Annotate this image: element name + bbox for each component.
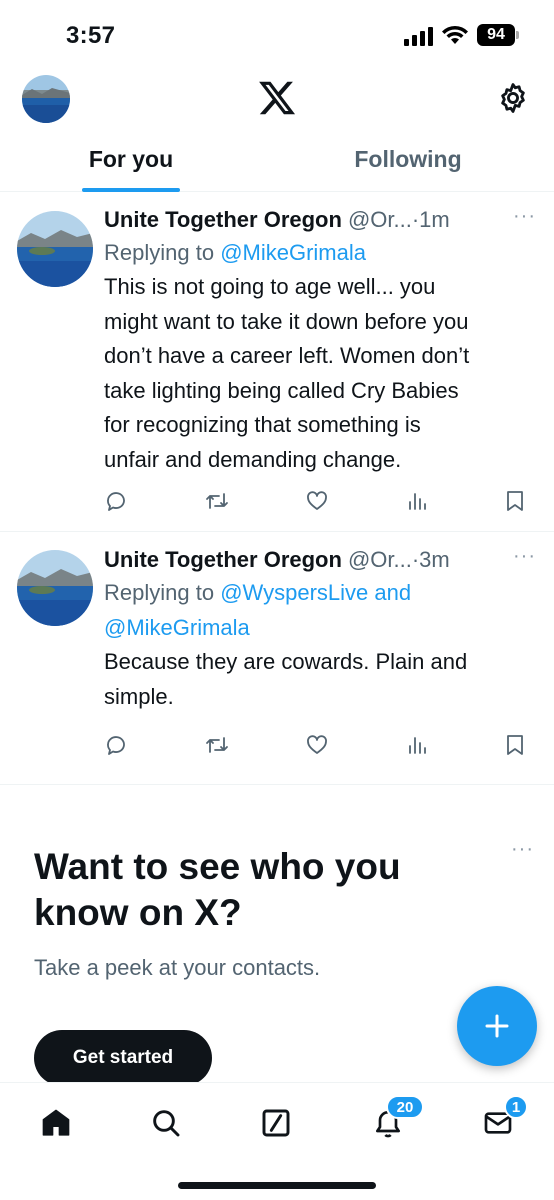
tweet-actions bbox=[104, 487, 526, 515]
tweet-text-line: don’t have a career left. Women don’t bbox=[104, 343, 470, 368]
reply-mention-link[interactable]: @MikeGrimala bbox=[220, 240, 366, 265]
retweet-icon[interactable] bbox=[204, 489, 230, 513]
cellular-signal-icon bbox=[404, 26, 433, 46]
tweet-avatar[interactable] bbox=[17, 211, 93, 287]
tweet-header: Unite Together Oregon @Or... · 3m bbox=[104, 545, 536, 575]
replying-to: Replying to @MikeGrimala bbox=[104, 235, 536, 270]
home-icon bbox=[42, 1109, 70, 1136]
tweet-text-line: This is not going to age well... you bbox=[104, 274, 436, 299]
tweet[interactable]: Unite Together Oregon @Or... · 3m ··· Re… bbox=[0, 533, 554, 785]
get-started-button[interactable]: Get started bbox=[34, 1030, 212, 1086]
compose-button[interactable] bbox=[457, 986, 537, 1066]
replying-to-label: Replying to bbox=[104, 240, 221, 265]
tweet-text-line: unfair and demanding change. bbox=[104, 446, 402, 472]
tweet-text-line: might want to take it down before you bbox=[104, 308, 469, 334]
author-handle[interactable]: @Or... bbox=[348, 205, 412, 235]
gear-icon[interactable] bbox=[496, 81, 530, 115]
tweet[interactable]: Unite Together Oregon @Or... · 1m ··· Re… bbox=[0, 193, 554, 532]
like-icon[interactable] bbox=[305, 733, 329, 757]
search-icon bbox=[153, 1110, 180, 1137]
status-bar: 3:57 94 bbox=[0, 0, 554, 70]
time-separator: · bbox=[411, 207, 420, 232]
battery-cap bbox=[516, 31, 519, 39]
notifications-badge: 20 bbox=[386, 1095, 424, 1119]
tab-for-you-label: For you bbox=[88, 146, 174, 172]
promo-subtitle: Take a peek at your contacts. bbox=[34, 955, 321, 980]
tweet-text: This is not going to age well... you mig… bbox=[104, 270, 536, 477]
reply-icon[interactable] bbox=[104, 733, 128, 757]
tweet-avatar[interactable] bbox=[17, 550, 93, 626]
tab-for-you[interactable]: For you bbox=[0, 130, 262, 192]
promo-title: Want to see who you know on X? bbox=[34, 846, 401, 933]
more-options-icon[interactable]: ··· bbox=[513, 546, 536, 566]
reply-icon[interactable] bbox=[104, 489, 128, 513]
more-options-icon[interactable]: ··· bbox=[513, 206, 536, 226]
tweet-actions bbox=[104, 731, 526, 759]
replying-to: Replying to @WyspersLive and bbox=[104, 575, 536, 610]
x-logo-icon[interactable] bbox=[257, 78, 297, 118]
more-options-icon[interactable]: ··· bbox=[511, 839, 534, 859]
profile-avatar[interactable] bbox=[22, 75, 70, 123]
reply-mention-link[interactable]: @WyspersLive and bbox=[220, 580, 411, 605]
tweet-body: Unite Together Oregon @Or... · 3m ··· Re… bbox=[104, 545, 536, 714]
retweet-icon[interactable] bbox=[204, 733, 230, 757]
nav-search[interactable] bbox=[146, 1103, 186, 1143]
tweet-text-line: simple. bbox=[104, 683, 174, 709]
author-name[interactable]: Unite Together Oregon bbox=[104, 205, 342, 235]
timeline-header: For you Following bbox=[0, 70, 554, 192]
tab-following[interactable]: Following bbox=[262, 130, 554, 192]
tweet-text-line: Because they are cowards. Plain and bbox=[104, 649, 468, 674]
tweet-text-line: take lighting being called Cry Babies bbox=[104, 377, 459, 403]
tab-following-label: Following bbox=[354, 146, 462, 172]
author-name[interactable]: Unite Together Oregon bbox=[104, 545, 342, 575]
battery-indicator: 94 bbox=[477, 24, 515, 46]
tweet-timestamp[interactable]: 1m bbox=[419, 205, 450, 235]
replying-to-label: Replying to bbox=[104, 580, 221, 605]
like-icon[interactable] bbox=[305, 489, 329, 513]
views-icon[interactable] bbox=[405, 733, 429, 757]
views-icon[interactable] bbox=[405, 489, 429, 513]
reply-mention-link[interactable]: @MikeGrimala bbox=[104, 615, 250, 640]
timeline-tabs: For you Following bbox=[0, 130, 554, 192]
plus-icon bbox=[485, 1014, 509, 1038]
grok-icon bbox=[262, 1109, 290, 1137]
tweet-text: Because they are cowards. Plain and simp… bbox=[104, 645, 536, 714]
author-handle[interactable]: @Or... bbox=[348, 545, 412, 575]
tweet-timestamp[interactable]: 3m bbox=[419, 545, 450, 575]
status-time: 3:57 bbox=[66, 22, 116, 49]
home-indicator bbox=[178, 1182, 376, 1189]
tweet-body: Unite Together Oregon @Or... · 1m ··· Re… bbox=[104, 205, 536, 477]
time-separator: · bbox=[411, 547, 420, 572]
nav-grok[interactable] bbox=[256, 1103, 296, 1143]
tweet-header: Unite Together Oregon @Or... · 1m bbox=[104, 205, 536, 235]
bookmark-icon[interactable] bbox=[504, 489, 526, 513]
tweet-text-line: for recognizing that something is bbox=[104, 412, 421, 437]
active-tab-indicator bbox=[82, 188, 180, 192]
replying-to-continued: @MikeGrimala bbox=[104, 610, 536, 645]
bookmark-icon[interactable] bbox=[504, 733, 526, 757]
wifi-icon bbox=[442, 25, 468, 44]
messages-badge: 1 bbox=[504, 1095, 528, 1119]
nav-home[interactable] bbox=[36, 1103, 76, 1143]
